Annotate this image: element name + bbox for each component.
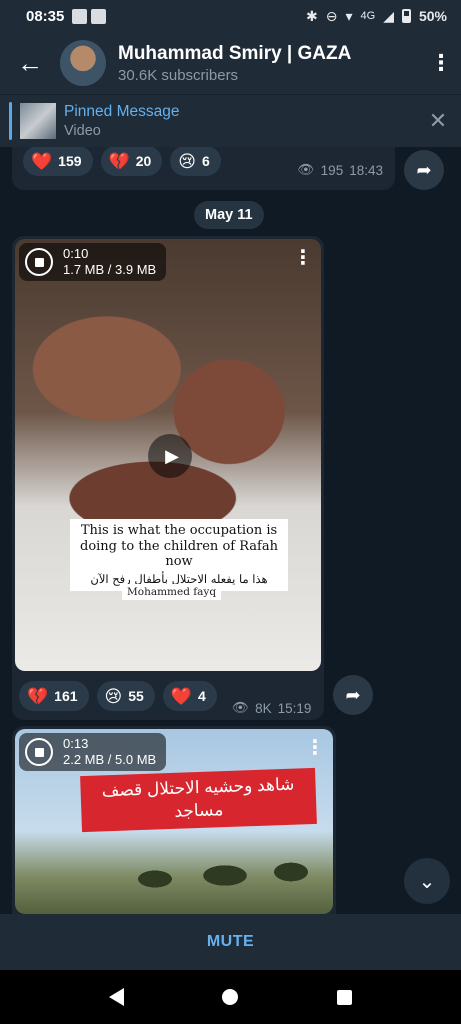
view-count: 8K [255,700,272,716]
more-vert-icon: ⋮ [430,50,452,75]
broken-heart-icon: 💔 [27,686,49,706]
download-info: 0:13 2.2 MB / 5.0 MB [63,736,156,769]
network-type: 4G [360,10,376,22]
share-icon: ➦ [345,684,361,705]
crying-face-icon: 😢 [178,151,197,171]
chat-header: ← Muhammad Smiry | GAZA 30.6K subscriber… [0,32,461,94]
scroll-down-button[interactable]: ⌄ [404,858,450,904]
broken-heart-icon: 💔 [108,151,130,171]
share-button[interactable]: ➦ [333,675,373,715]
video-watermark: Mohammed fayq [122,584,222,600]
reaction-chip[interactable]: 💔 161 [19,681,89,711]
date-separator: May 11 [194,201,264,229]
bluetooth-icon: ✱ [306,7,318,24]
channel-info[interactable]: Muhammad Smiry | GAZA 30.6K subscribers [118,43,421,84]
status-indicators: ✱ ⊖ ▾ 4G ◢ 50% [306,8,447,25]
close-icon: ✕ [428,108,448,133]
download-progress: 2.2 MB / 5.0 MB [63,752,157,767]
reaction-list: ❤️ 159 💔 20 😢 6 [23,147,221,176]
share-button[interactable]: ➦ [404,150,444,190]
reaction-count: 6 [202,153,210,169]
message-meta: 👁 195 18:43 [298,162,383,178]
view-count: 195 [320,162,344,178]
reaction-chip[interactable]: 😢 6 [170,147,221,176]
reaction-count: 159 [58,153,82,169]
reaction-chip[interactable]: 💔 20 [100,147,163,176]
pinned-text: Pinned Message Video [64,103,415,139]
channel-avatar[interactable] [60,40,106,86]
nav-home-icon[interactable] [222,989,239,1005]
video-caption: This is what the occupation is doing to … [70,519,288,591]
wifi-icon: ▾ [345,7,353,24]
eye-icon: 👁 [297,162,315,177]
message-time: 18:43 [349,162,383,178]
notification-icon [91,8,107,24]
reaction-chip[interactable]: 😢 55 [96,681,155,711]
video-menu-icon[interactable]: ⋮ [305,735,325,760]
message-meta: 👁 8K 15:19 [232,700,311,716]
share-icon: ➦ [416,159,432,180]
video-thumbnail[interactable]: 0:13 2.2 MB / 5.0 MB ⋮ شاهد وحشيه الاحتل… [15,729,333,914]
reaction-count: 161 [54,688,78,704]
reaction-count: 20 [135,153,152,169]
arrow-left-icon: ← [17,47,43,78]
nav-recents-icon[interactable] [336,989,352,1005]
video-banner-text: شاهد وحشيه الاحتلال قصف مساجد [80,767,317,832]
close-pinned-button[interactable]: ✕ [415,108,461,134]
reaction-chip[interactable]: ❤️ 159 [23,147,93,176]
more-menu-button[interactable]: ⋮ [421,50,461,76]
video-duration: 0:13 [63,735,89,751]
status-bar: 08:35 ✱ ⊖ ▾ 4G ◢ 50% [0,0,461,32]
subscriber-count: 30.6K subscribers [118,66,239,84]
video-duration: 0:10 [63,245,89,261]
mute-button[interactable]: MUTE [0,914,461,970]
system-nav-bar [0,970,461,1024]
reaction-count: 4 [198,688,206,704]
notification-icons [72,8,107,24]
caption-english: This is what the occupation is doing to … [80,523,278,570]
download-badge[interactable]: 0:13 2.2 MB / 5.0 MB [19,733,167,771]
video-thumbnail[interactable]: 0:10 1.7 MB / 3.9 MB ⋮ ▶ This is what th… [15,239,321,671]
download-badge[interactable]: 0:10 1.7 MB / 3.9 MB [19,243,167,281]
dnd-icon: ⊖ [325,7,338,24]
stop-download-icon [25,248,53,276]
status-time: 08:35 [26,7,65,25]
battery-icon [401,9,411,23]
play-icon[interactable]: ▶ [148,434,192,478]
notification-icon [72,8,88,24]
channel-name: Muhammad Smiry | GAZA [118,42,352,64]
reaction-list: 💔 161 😢 55 ❤️ 4 [19,681,217,711]
reaction-chip[interactable]: ❤️ 4 [162,681,217,711]
pinned-indicator [9,102,12,140]
battery-level: 50% [418,8,447,24]
palm-trees-image [115,844,315,914]
nav-back-icon[interactable] [109,988,125,1006]
red-heart-icon: ❤️ [170,686,193,706]
eye-icon: 👁 [232,700,250,715]
message-time: 15:19 [277,700,312,716]
pinned-subtitle: Video [64,123,101,139]
pinned-message-bar[interactable]: Pinned Message Video ✕ [0,94,461,147]
download-info: 0:10 1.7 MB / 3.9 MB [63,246,156,279]
back-button[interactable]: ← [0,32,60,94]
chat-area[interactable]: ❤️ 159 💔 20 😢 6 👁 195 18:43 ➦ May 11 0:1… [0,147,461,914]
stop-download-icon [25,738,53,766]
chevron-down-icon: ⌄ [418,870,436,893]
video-menu-icon[interactable]: ⋮ [293,245,313,270]
pinned-thumbnail [20,103,56,139]
red-heart-icon: ❤️ [31,151,53,171]
message-bubble[interactable]: ❤️ 159 💔 20 😢 6 👁 195 18:43 [12,147,395,190]
pinned-title: Pinned Message [64,103,180,120]
reaction-count: 55 [128,688,144,704]
download-progress: 1.7 MB / 3.9 MB [63,262,157,277]
crying-face-icon: 😢 [104,686,123,706]
signal-icon: ◢ [383,7,394,24]
